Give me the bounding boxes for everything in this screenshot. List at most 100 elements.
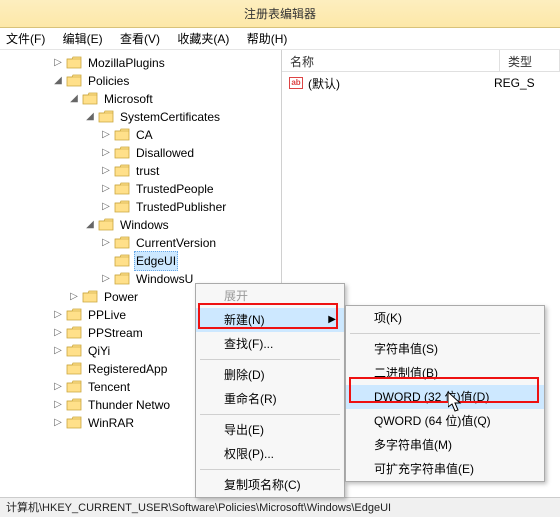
folder-icon — [98, 110, 114, 124]
menu-help[interactable]: 帮助(H) — [247, 32, 288, 46]
tree-node-label: Thunder Netwo — [86, 396, 172, 414]
tree-node-currentversion[interactable]: ▷CurrentVersion — [4, 234, 281, 252]
tree-toggle-icon[interactable]: ◢ — [52, 72, 64, 90]
mi-copyname[interactable]: 复制项名称(C) — [196, 473, 344, 497]
tree-node-trustedpub[interactable]: ▷ TrustedPublisher — [4, 198, 281, 216]
folder-icon — [66, 74, 82, 88]
tree-toggle-icon[interactable]: ▷ — [52, 378, 64, 396]
tree-toggle-icon[interactable]: ▷ — [52, 342, 64, 360]
col-name[interactable]: 名称 — [282, 50, 500, 71]
tree-toggle-icon[interactable]: ◢ — [68, 90, 80, 108]
tree-node-label: Windows — [118, 216, 171, 234]
mi-new-string[interactable]: 字符串值(S) — [346, 337, 544, 361]
mi-new-binary[interactable]: 二进制值(B) — [346, 361, 544, 385]
folder-icon — [66, 398, 82, 412]
tree-toggle-icon[interactable]: ▷ — [52, 396, 64, 414]
menu-separator — [200, 469, 340, 470]
tree-toggle-icon[interactable]: ▷ — [52, 324, 64, 342]
tree-toggle-icon[interactable]: ◢ — [84, 108, 96, 126]
col-type[interactable]: 类型 — [500, 50, 560, 71]
tree-toggle-icon[interactable]: ▷ — [100, 270, 112, 288]
folder-icon — [114, 146, 130, 160]
tree-node-edgeui[interactable]: EdgeUI — [4, 252, 281, 270]
tree-node-windows_p[interactable]: ◢ Windows — [4, 216, 281, 234]
tree-toggle-icon[interactable]: ▷ — [100, 234, 112, 252]
tree-node-label: EdgeUI — [134, 251, 178, 271]
tree-toggle-icon[interactable]: ▷ — [100, 144, 112, 162]
tree-node-label: WindowsU — [134, 270, 195, 288]
folder-icon — [98, 218, 114, 232]
context-menu-new[interactable]: 项(K) 字符串值(S) 二进制值(B) DWORD (32 位)值(D) QW… — [345, 305, 545, 482]
folder-icon — [114, 272, 130, 286]
tree-toggle-icon[interactable]: ◢ — [84, 216, 96, 234]
folder-icon — [114, 182, 130, 196]
mi-find[interactable]: 查找(F)... — [196, 332, 344, 356]
folder-icon — [82, 92, 98, 106]
tree-node-label: QiYi — [86, 342, 112, 360]
tree-node-label: TrustedPublisher — [134, 198, 228, 216]
folder-icon — [66, 344, 82, 358]
folder-icon — [66, 326, 82, 340]
list-row[interactable]: ab (默认) REG_S — [288, 74, 554, 92]
mi-export[interactable]: 导出(E) — [196, 418, 344, 442]
mi-new-qword[interactable]: QWORD (64 位)值(Q) — [346, 409, 544, 433]
folder-icon — [114, 128, 130, 142]
menu-edit[interactable]: 编辑(E) — [63, 32, 103, 46]
folder-icon — [66, 56, 82, 70]
tree-toggle-icon[interactable]: ▷ — [100, 198, 112, 216]
value-type: REG_S — [494, 76, 554, 90]
mi-new-label: 新建(N) — [224, 313, 265, 327]
mi-rename[interactable]: 重命名(R) — [196, 387, 344, 411]
folder-icon — [114, 164, 130, 178]
mi-new[interactable]: 新建(N) ▶ — [196, 308, 344, 332]
tree-toggle-icon[interactable]: ▷ — [52, 54, 64, 72]
tree-node-label: PPStream — [86, 324, 145, 342]
mi-new-dword[interactable]: DWORD (32 位)值(D) — [346, 385, 544, 409]
tree-node-label: WinRAR — [86, 414, 136, 432]
menu-separator — [200, 359, 340, 360]
tree-node-label: trust — [134, 162, 161, 180]
tree-node-microsoft[interactable]: ◢ Microsoft — [4, 90, 281, 108]
tree-node-label: RegisteredApp — [86, 360, 169, 378]
mi-new-expandstring[interactable]: 可扩充字符串值(E) — [346, 457, 544, 481]
mi-expand: 展开 — [196, 284, 344, 308]
tree-toggle-icon[interactable]: ▷ — [68, 288, 80, 306]
tree-node-trust[interactable]: ▷ trust — [4, 162, 281, 180]
tree-node-label: MozillaPlugins — [86, 54, 167, 72]
window-title: 注册表编辑器 — [0, 0, 560, 28]
folder-icon — [66, 416, 82, 430]
tree-node-label: Microsoft — [102, 90, 155, 108]
mi-new-key[interactable]: 项(K) — [346, 306, 544, 330]
tree-toggle-icon[interactable]: ▷ — [100, 162, 112, 180]
value-name: (默认) — [308, 75, 494, 92]
menu-favorites[interactable]: 收藏夹(A) — [177, 32, 229, 46]
context-menu-key[interactable]: 展开 新建(N) ▶ 查找(F)... 删除(D) 重命名(R) 导出(E) 权限… — [195, 283, 345, 498]
folder-icon — [114, 236, 130, 250]
tree-toggle-icon[interactable] — [100, 252, 112, 270]
tree-toggle-icon[interactable] — [52, 360, 64, 378]
tree-node-label: Policies — [86, 72, 131, 90]
folder-icon — [66, 308, 82, 322]
tree-node-label: SystemCertificates — [118, 108, 222, 126]
string-icon: ab — [288, 75, 304, 91]
menu-view[interactable]: 查看(V) — [120, 32, 160, 46]
tree-toggle-icon[interactable]: ▷ — [100, 126, 112, 144]
tree-toggle-icon[interactable]: ▷ — [52, 414, 64, 432]
menu-bar: 文件(F) 编辑(E) 查看(V) 收藏夹(A) 帮助(H) — [0, 28, 560, 50]
tree-node-label: Power — [102, 288, 140, 306]
tree-node-ca[interactable]: ▷CA — [4, 126, 281, 144]
tree-node-trustedpeople[interactable]: ▷TrustedPeople — [4, 180, 281, 198]
mi-delete[interactable]: 删除(D) — [196, 363, 344, 387]
folder-icon — [114, 200, 130, 214]
mi-new-multistring[interactable]: 多字符串值(M) — [346, 433, 544, 457]
tree-node-label: PPLive — [86, 306, 128, 324]
tree-node-syscert[interactable]: ◢ SystemCertificates — [4, 108, 281, 126]
menu-file[interactable]: 文件(F) — [6, 32, 45, 46]
tree-node-policies[interactable]: ◢ Policies — [4, 72, 281, 90]
submenu-arrow-icon: ▶ — [328, 308, 336, 332]
tree-toggle-icon[interactable]: ▷ — [100, 180, 112, 198]
tree-toggle-icon[interactable]: ▷ — [52, 306, 64, 324]
mi-permissions[interactable]: 权限(P)... — [196, 442, 344, 466]
tree-node-disallowed[interactable]: ▷Disallowed — [4, 144, 281, 162]
tree-node-mozilla[interactable]: ▷ MozillaPlugins — [4, 54, 281, 72]
